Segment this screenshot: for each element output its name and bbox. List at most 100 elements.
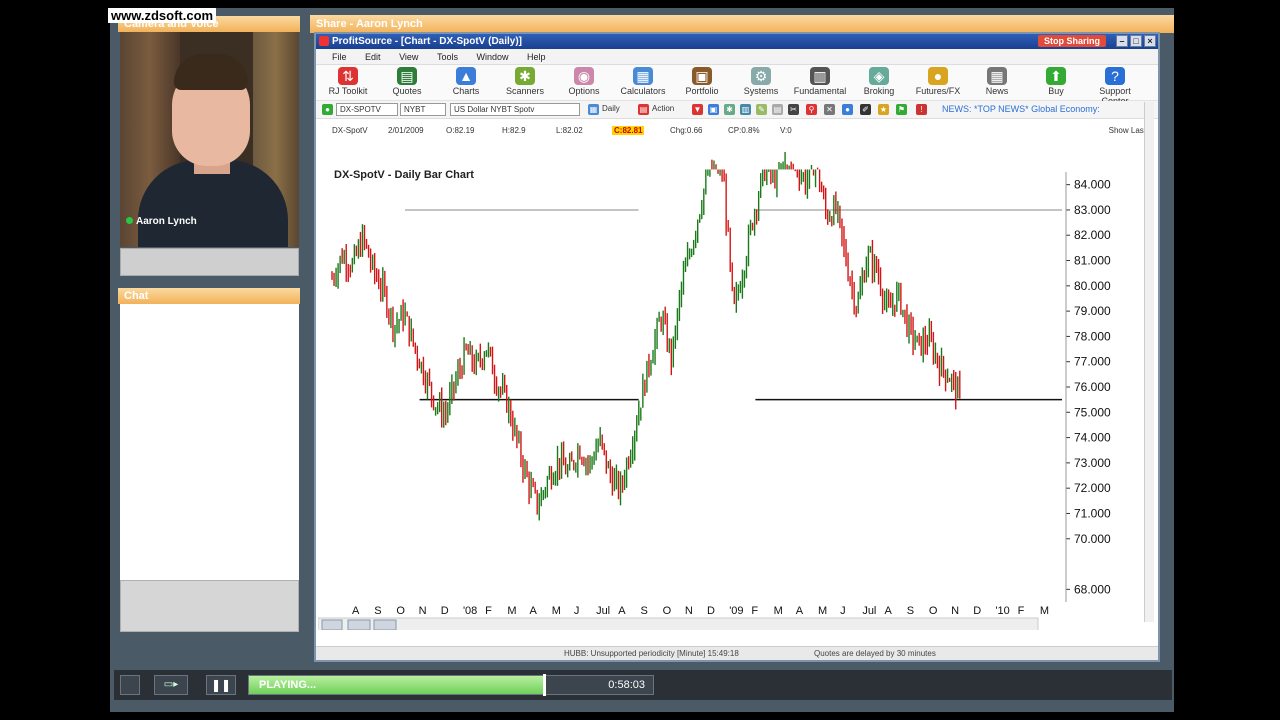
pause-button[interactable]: ❚❚	[206, 675, 236, 695]
chat-messages[interactable]	[120, 304, 299, 580]
menu-file[interactable]: File	[332, 49, 347, 65]
action-icon[interactable]: ▤	[638, 104, 649, 115]
layout-icon[interactable]: ▥	[740, 104, 751, 115]
x-tick-label: M	[1040, 605, 1049, 617]
x-tick-label: S	[640, 605, 647, 617]
toolbar-systems-button[interactable]: ⚙ Systems	[733, 67, 789, 96]
toolbar-fundamental-button[interactable]: ▥ Fundamental	[792, 67, 848, 96]
close-icon[interactable]: ×	[1144, 35, 1156, 47]
x-tick-label: D	[707, 605, 715, 617]
playback-status: PLAYING...	[259, 679, 317, 691]
chart-layout-button[interactable]	[373, 619, 397, 630]
menu-window[interactable]: Window	[476, 49, 508, 65]
horizontal-scrollbar[interactable]	[318, 617, 1039, 630]
toolbar-futures-fx-button[interactable]: ● Futures/FX	[910, 67, 966, 96]
show-last-checkbox[interactable]: Show Last	[1109, 126, 1146, 135]
quote-symbol: DX-SpotV	[332, 126, 368, 135]
save-icon[interactable]: ▣	[708, 104, 719, 115]
x-tick-label: N	[951, 605, 959, 617]
stop-sharing-button[interactable]: Stop Sharing	[1038, 35, 1106, 47]
menu-edit[interactable]: Edit	[365, 49, 381, 65]
calculator-icon: ▦	[633, 67, 653, 85]
toolbar-options-button[interactable]: ◉ Options	[556, 67, 612, 96]
x-tick-label: M	[552, 605, 561, 617]
toolbar-label: Buy	[1048, 86, 1064, 96]
x-tick-label: A	[885, 605, 893, 617]
chat-input-area[interactable]	[120, 580, 299, 632]
x-tick-label: F	[751, 605, 758, 617]
bulb-icon[interactable]: ●	[842, 104, 853, 115]
go-icon[interactable]: ●	[322, 104, 333, 115]
x-tick-label: D	[441, 605, 449, 617]
menu-help[interactable]: Help	[527, 49, 546, 65]
toolbar-label: Charts	[452, 86, 480, 96]
alert-icon[interactable]: !	[916, 104, 927, 115]
toolbar-portfolio-button[interactable]: ▣ Portfolio	[674, 67, 730, 96]
toolbar-broking-button[interactable]: ◈ Broking	[851, 67, 907, 96]
draw-icon[interactable]: ✎	[756, 104, 767, 115]
news-ticker[interactable]: NEWS: *TOP NEWS* Global Economy:	[942, 104, 1100, 114]
main-toolbar: ⇅ RJ Toolkit ▤ Quotes ▲ Charts ✱ Scanners ◉ Optio…	[316, 65, 1158, 106]
vertical-scrollbar[interactable]	[1144, 102, 1154, 622]
x-tick-label: '10	[995, 605, 1009, 617]
progress-bar[interactable]: PLAYING... 0:58:03	[248, 674, 654, 696]
status-delay: Quotes are delayed by 30 minutes	[814, 649, 936, 658]
tools-icon[interactable]: ✂	[788, 104, 799, 115]
toolbar-quotes-button[interactable]: ▤ Quotes	[379, 67, 435, 96]
toolbar-rj-toolkit-button[interactable]: ⇅ RJ Toolkit	[320, 67, 376, 96]
x-tick-label: Jul	[862, 605, 876, 617]
y-tick-label: 81.000	[1074, 254, 1111, 268]
toolbar-news-button[interactable]: ▦ News	[969, 67, 1025, 96]
arrows-icon: ⇅	[338, 67, 358, 85]
x-tick-label: O	[396, 605, 405, 617]
calendar-icon[interactable]: ▦	[588, 104, 599, 115]
charts-icon: ▲	[456, 67, 476, 85]
x-tick-label: Jul	[596, 605, 610, 617]
minimize-icon[interactable]: –	[1116, 35, 1128, 47]
menu-tools[interactable]: Tools	[437, 49, 458, 65]
progress-knob[interactable]	[542, 674, 546, 696]
quote-change-pct: CP:0.8%	[728, 126, 760, 135]
fullscreen-button[interactable]	[120, 675, 140, 695]
zoom-icon[interactable]: ⚲	[806, 104, 817, 115]
toolbar-charts-button[interactable]: ▲ Charts	[438, 67, 494, 96]
status-bar: HUBB: Unsupported periodicity [Minute] 1…	[316, 646, 1158, 660]
crosshair-icon[interactable]: ✕	[824, 104, 835, 115]
symbol-input[interactable]: DX-SPOTV	[336, 103, 398, 116]
period-dropdown[interactable]: Daily	[602, 104, 620, 113]
x-tick-label: S	[374, 605, 381, 617]
watermark: www.zdsoft.com	[108, 8, 217, 23]
print-icon[interactable]: ▤	[772, 104, 783, 115]
price-chart[interactable]: DX-SpotV - Daily Bar Chart 84.000 83.000 82…	[318, 152, 1148, 630]
x-tick-label: N	[685, 605, 693, 617]
status-message: HUBB: Unsupported periodicity [Minute] 1…	[564, 649, 739, 658]
toolbar-scanners-button[interactable]: ✱ Scanners	[497, 67, 553, 96]
description-field[interactable]: US Dollar NYBT Spotv	[450, 103, 580, 116]
news-icon: ▦	[987, 67, 1007, 85]
quote-high: H:82.9	[502, 126, 526, 135]
scroll-left-button[interactable]	[321, 619, 343, 630]
y-tick-label: 78.000	[1074, 329, 1111, 343]
arrow-down-icon[interactable]: ▼	[692, 104, 703, 115]
menu-view[interactable]: View	[399, 49, 418, 65]
x-tick-label: M	[774, 605, 783, 617]
maximize-icon[interactable]: □	[1130, 35, 1142, 47]
toolbar-label: Quotes	[392, 86, 422, 96]
chart-type-button[interactable]	[347, 619, 371, 630]
x-tick-label: S	[907, 605, 914, 617]
x-tick-label: A	[796, 605, 804, 617]
toolbar-calculators-button[interactable]: ▦ Calculators	[615, 67, 671, 96]
exchange-select[interactable]: NYBT	[400, 103, 446, 116]
pen-icon[interactable]: ✐	[860, 104, 871, 115]
settings-icon[interactable]: ✱	[724, 104, 735, 115]
fundamental-icon: ▥	[810, 67, 830, 85]
flag-icon[interactable]: ⚑	[896, 104, 907, 115]
star-icon[interactable]: ★	[878, 104, 889, 115]
toolbar-buy-button[interactable]: ⬆ Buy	[1028, 67, 1084, 96]
x-tick-label: M	[818, 605, 827, 617]
view-mode-button[interactable]: ▭▸	[154, 675, 188, 695]
action-dropdown[interactable]: Action	[652, 104, 674, 113]
chart-area[interactable]: DX-SpotV - Daily Bar Chart 84.000 83.000 82…	[318, 152, 1148, 630]
y-tick-label: 70.000	[1074, 532, 1111, 546]
y-tick-label: 72.000	[1074, 481, 1111, 495]
